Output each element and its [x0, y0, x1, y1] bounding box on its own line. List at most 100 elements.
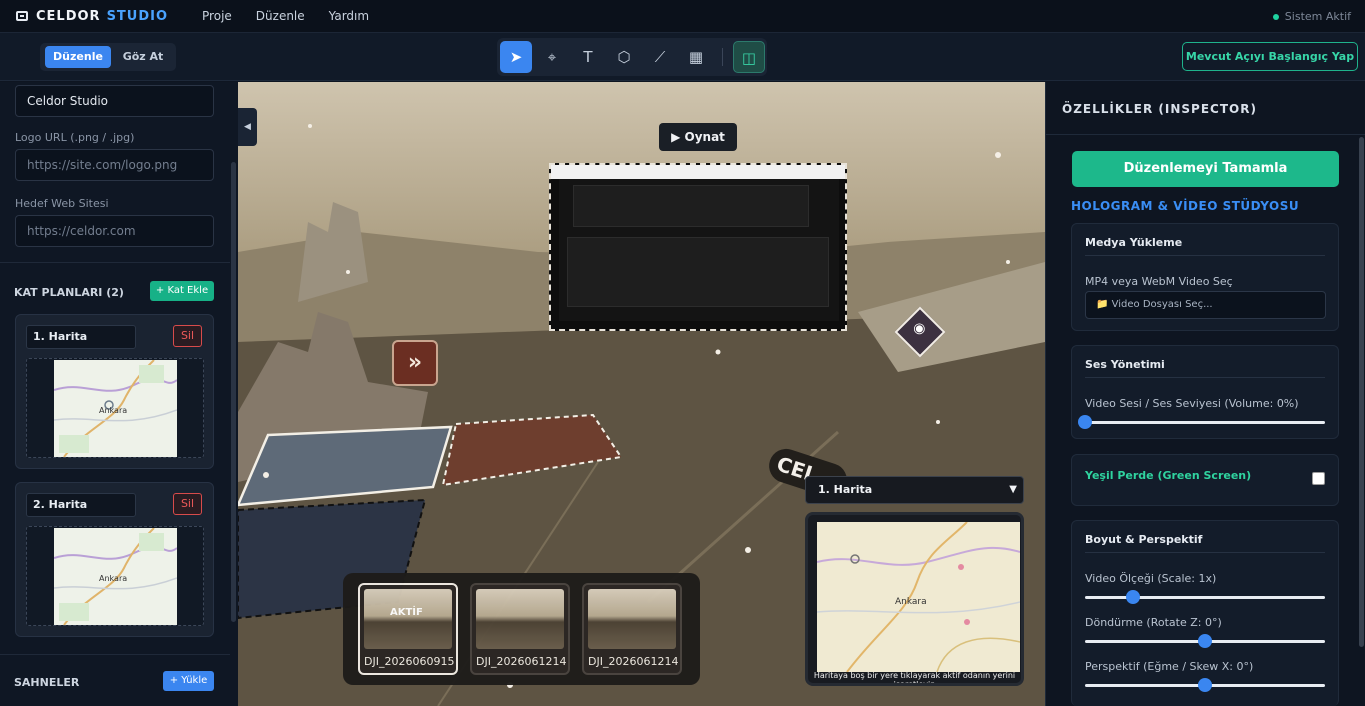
left-scrollbar[interactable] [231, 162, 236, 622]
map-icon[interactable]: ◫ [733, 41, 765, 73]
floorplan-name-input[interactable]: 2. Harita [26, 493, 136, 517]
hologram-browser-bar [551, 165, 845, 179]
divider [1085, 255, 1325, 256]
media-upload-panel: Medya Yükleme MP4 veya WebM Video Seç 📁 … [1071, 223, 1339, 331]
menu-item-yardim[interactable]: Yardım [329, 9, 369, 23]
hologram-content-block [573, 185, 809, 227]
delete-floor-button[interactable]: Sil [173, 325, 202, 347]
scene-caption: DJI_2026061214... [476, 655, 566, 668]
map-thumbnail-graphic: Ankara [54, 360, 177, 457]
play-button[interactable]: ▶ Oynat [659, 123, 737, 151]
floorplan-name-input[interactable]: 1. Harita [26, 325, 136, 349]
inspector-panel: ÖZELLİKLER (INSPECTOR) Düzenlemeyi Tamam… [1045, 82, 1365, 706]
scene-thumbnail[interactable]: AKTİF DJI_2026060915... [358, 583, 458, 675]
hologram-video-content [559, 179, 839, 321]
map-city-label: Ankara [99, 406, 127, 415]
divider [1085, 377, 1325, 378]
chevron-down-icon: ▼ [1009, 484, 1017, 495]
minimap-city-label: Ankara [895, 597, 927, 607]
menu-item-proje[interactable]: Proje [202, 9, 232, 23]
minimap[interactable]: Ankara Haritaya boş bir yere tıklayarak … [805, 512, 1024, 686]
floorplan-dropzone[interactable]: Ankara [26, 358, 204, 458]
logo-url-label: Logo URL (.png / .jpg) [15, 131, 135, 144]
active-scene-badge: AKTİF [390, 607, 423, 618]
volume-label: Video Sesi / Ses Seviyesi (Volume: 0%) [1085, 397, 1299, 410]
menu-item-duzenle[interactable]: Düzenle [256, 9, 305, 23]
hologram-content-block [567, 237, 829, 307]
logo-url-input[interactable]: https://site.com/logo.png [15, 149, 214, 181]
scale-slider-knob[interactable] [1126, 590, 1140, 604]
floorplan-map-thumbnail: Ankara [54, 360, 177, 457]
project-name-input[interactable]: Celdor Studio [15, 85, 214, 117]
delete-floor-button[interactable]: Sil [173, 493, 202, 515]
mode-switch: Düzenle Göz At [40, 43, 176, 71]
minimap-map[interactable]: Ankara [816, 521, 1021, 673]
rotate-label: Döndürme (Rotate Z: 0°) [1085, 616, 1222, 629]
floorplan-dropzone[interactable]: Ankara [26, 526, 204, 626]
green-screen-checkbox[interactable] [1312, 472, 1325, 485]
upload-scene-button[interactable]: + Yükle [163, 671, 214, 691]
brand-suffix: STUDIO [106, 8, 169, 24]
skew-slider[interactable] [1085, 678, 1325, 692]
tool-divider [722, 48, 723, 66]
tool-group: ➤ ⌖ T ⬡ ⟋ ▦ ◫ [497, 38, 767, 76]
measure-icon[interactable]: ⟋ [644, 41, 676, 73]
finish-editing-button[interactable]: Düzenlemeyi Tamamla [1072, 151, 1339, 187]
add-floor-button[interactable]: + Kat Ekle [150, 281, 214, 301]
volume-slider-knob[interactable] [1078, 415, 1092, 429]
scene-caption: DJI_2026061214... [588, 655, 678, 668]
scene-thumbnail[interactable]: DJI_2026061214... [470, 583, 570, 675]
website-input[interactable]: https://celdor.com [15, 215, 214, 247]
size-perspective-panel: Boyut & Perspektif Video Ölçeği (Scale: … [1071, 520, 1339, 706]
system-status-text: Sistem Aktif [1284, 10, 1351, 23]
scene-strip: AKTİF DJI_2026060915... DJI_2026061214..… [343, 573, 700, 685]
floorplan-card: 2. Harita Sil Ankara [15, 482, 214, 637]
navigate-hotspot-icon[interactable]: » [392, 340, 438, 386]
edit-mode-tab[interactable]: Düzenle [45, 46, 111, 68]
minimap-graphic: Ankara [816, 521, 1021, 673]
set-start-view-button[interactable]: Mevcut Açıyı Başlangıç Yap [1182, 42, 1358, 71]
text-icon[interactable]: T [572, 41, 604, 73]
divider [1085, 552, 1325, 553]
minimap-floor-select[interactable]: 1. Harita ▼ [805, 476, 1024, 504]
inspector-title: ÖZELLİKLER (INSPECTOR) [1062, 102, 1257, 116]
rotate-slider[interactable] [1085, 634, 1325, 648]
hologram-video-frame[interactable] [549, 163, 847, 331]
skew-slider-knob[interactable] [1198, 678, 1212, 692]
minimap-floor-value: 1. Harita [818, 483, 873, 496]
divider [1046, 134, 1365, 135]
hexagon-icon[interactable]: ⬡ [608, 41, 640, 73]
inspector-scrollbar[interactable] [1359, 137, 1364, 647]
floorplans-title: KAT PLANLARI (2) [14, 286, 124, 299]
rotate-slider-knob[interactable] [1198, 634, 1212, 648]
audio-title: Ses Yönetimi [1085, 358, 1165, 371]
choose-video-file-button[interactable]: 📁 Video Dosyası Seç... [1085, 291, 1326, 319]
film-icon[interactable]: ▦ [680, 41, 712, 73]
status-dot-icon [1272, 13, 1279, 20]
scale-slider[interactable] [1085, 590, 1325, 604]
scene-thumbnail[interactable]: DJI_2026061214... [582, 583, 682, 675]
map-thumbnail-graphic: Ankara [54, 528, 177, 625]
pointer-icon[interactable]: ➤ [500, 41, 532, 73]
toolbar: Düzenle Göz At ➤ ⌖ T ⬡ ⟋ ▦ ◫ Mevcut Açıy… [0, 33, 1365, 81]
media-label: MP4 veya WebM Video Seç [1085, 275, 1233, 288]
green-screen-title: Yeşil Perde (Green Screen) [1085, 469, 1252, 482]
floorplan-map-thumbnail: Ankara [54, 528, 177, 625]
volume-slider[interactable] [1078, 415, 1325, 429]
green-screen-panel: Yeşil Perde (Green Screen) [1071, 454, 1339, 506]
scene-caption: DJI_2026060915... [364, 655, 454, 668]
app-logo: CELDOR STUDIO [16, 9, 168, 24]
scene-thumbnail-image [476, 589, 564, 649]
divider [0, 654, 230, 655]
audio-panel: Ses Yönetimi Video Sesi / Ses Seviyesi (… [1071, 345, 1339, 439]
scene-thumbnail-image [588, 589, 676, 649]
collapse-panel-icon[interactable]: ◀ [238, 108, 257, 146]
minimap-hint: Haritaya boş bir yere tıklayarak aktif o… [813, 671, 1016, 686]
pin-icon[interactable]: ⌖ [536, 41, 568, 73]
top-bar: CELDOR STUDIO Proje Düzenle Yardım Siste… [0, 0, 1365, 33]
scene-thumbnail-image [364, 589, 452, 649]
panorama-viewport[interactable]: ◀ ▶ Oynat » ◉ CEL AKTİF DJI_2026060915..… [238, 82, 1045, 706]
browse-mode-tab[interactable]: Göz At [114, 46, 172, 68]
map-city-label: Ankara [99, 574, 127, 583]
media-title: Medya Yükleme [1085, 236, 1183, 249]
